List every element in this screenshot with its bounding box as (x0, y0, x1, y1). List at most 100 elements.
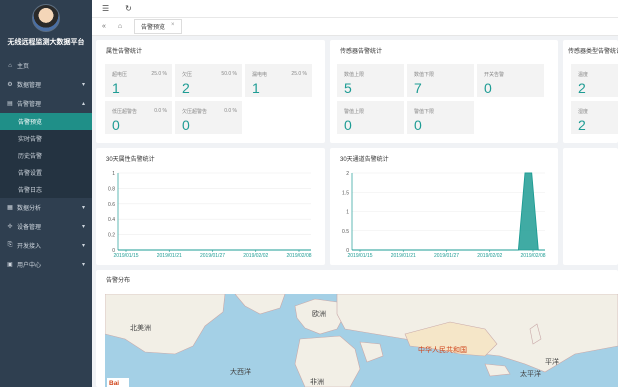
chevron-down-icon: ▾ (81, 224, 85, 230)
sidebar-item-data-management[interactable]: ⚙ 数据管理 ▾ (0, 75, 92, 94)
baidu-logo-text: Bai (109, 380, 119, 387)
y-tick-label: 0.4 (108, 217, 115, 223)
sidebar-item-label: 设备管理 (17, 225, 42, 231)
stat-tile[interactable]: 温度 2 (571, 64, 618, 97)
stat-percent: 25.0 % (151, 71, 167, 77)
stat-tile[interactable]: 数值上限 5 (337, 64, 404, 97)
extra-card (563, 148, 618, 265)
alarm-map-card: 告警分布 北美洲 欧洲 大西洋 中华人民共和国 非洲 平洋 太平洋 Bai (96, 270, 618, 387)
sidebar-item-home[interactable]: ⌂ 主页 (0, 56, 92, 75)
y-tick-label: 0.2 (108, 233, 115, 239)
stat-label: 警值下限 (414, 109, 435, 115)
x-tick-label: 2019/01/15 (347, 253, 372, 259)
stat-tile[interactable]: 低压超警告 0.0 % 0 (105, 101, 172, 134)
world-map: 北美洲 欧洲 大西洋 中华人民共和国 非洲 平洋 太平洋 Bai (105, 294, 618, 387)
sidebar-item-device-management[interactable]: ✢ 设备管理 ▾ (0, 217, 92, 236)
avatar[interactable] (32, 4, 60, 32)
map-label-europe: 欧洲 (312, 309, 326, 318)
x-tick-label: 2019/02/02 (243, 253, 268, 259)
sidebar-item-label: 开发接入 (17, 244, 42, 250)
sidebar-item-user-center[interactable]: ▣ 用户中心 ▾ (0, 255, 92, 274)
double-chevron-left-icon[interactable]: « (96, 23, 112, 30)
stat-percent: 0.0 % (224, 108, 237, 114)
submenu-item-realtime-alarm[interactable]: 实时告警 (0, 130, 92, 147)
close-icon[interactable]: × (171, 22, 175, 31)
chevron-down-icon: ▾ (81, 205, 85, 211)
stat-value: 0 (344, 117, 352, 133)
sidebar-item-label: 数据分析 (17, 206, 42, 212)
stat-value: 0 (484, 80, 492, 96)
submenu-item-history-alarm[interactable]: 历史告警 (0, 147, 92, 164)
x-tick-label: 2019/02/08 (520, 253, 545, 259)
x-tick-label: 2019/01/21 (391, 253, 416, 259)
stat-value: 2 (182, 80, 190, 96)
sidebar-item-alarm-management[interactable]: ▤ 告警管理 ▴ (0, 94, 92, 113)
refresh-icon[interactable]: ↻ (125, 4, 132, 13)
y-tick-label: 1.5 (342, 190, 349, 196)
tab-label: 告警预览 (141, 25, 166, 31)
map-label-pacific-2: 太平洋 (520, 369, 541, 378)
channel-trend-chart: 00.511.522019/01/15 2019/01/21 2019/01/27 2… (342, 171, 546, 259)
sidebar-item-dev-access[interactable]: ⎘ 开发接入 ▾ (0, 236, 92, 255)
app-title: 无线远程监测大数据平台 (7, 39, 85, 46)
x-tick-label: 2019/02/08 (286, 253, 311, 259)
submenu-item-alarm-preview[interactable]: 告警预览 (0, 113, 92, 130)
stat-value: 1 (252, 80, 260, 96)
x-tick-label: 2019/01/27 (434, 253, 459, 259)
y-tick-label: 0.8 (108, 186, 115, 192)
stat-label: 开关告警 (484, 72, 505, 78)
stat-percent: 0.0 % (154, 108, 167, 114)
card-title: 告警分布 (106, 278, 131, 284)
card-title: 传感器类型告警统计 (568, 49, 618, 55)
map-label-china: 中华人民共和国 (418, 345, 467, 354)
stat-tile[interactable]: 欠压 50.0 % 2 (175, 64, 242, 97)
sidebar-header: 无线远程监测大数据平台 (0, 0, 92, 56)
stat-tile[interactable]: 漏电电 25.0 % 1 (245, 64, 312, 97)
stat-value: 5 (344, 80, 352, 96)
stat-value: 0 (414, 117, 422, 133)
stat-percent: 25.0 % (291, 71, 307, 77)
stat-tile[interactable]: 湿度 2 (571, 101, 618, 134)
map-label-north-america: 北美洲 (130, 323, 151, 332)
stat-label: 欠压超警告 (182, 109, 208, 115)
stat-tile[interactable]: 警值下限 0 (407, 101, 474, 134)
stat-value: 0 (182, 117, 190, 133)
chevron-down-icon: ▾ (81, 82, 85, 88)
device-icon: ✢ (7, 224, 13, 230)
analysis-icon: ▦ (7, 205, 13, 211)
stat-tile[interactable]: 开关告警 0 (477, 64, 544, 97)
home-icon[interactable]: ⌂ (112, 23, 128, 30)
stat-tile[interactable]: 数值下限 7 (407, 64, 474, 97)
stat-label: 数值上限 (344, 72, 365, 78)
home-icon: ⌂ (8, 62, 12, 69)
alarm-icon: ▤ (7, 101, 13, 107)
map-label-atlantic: 大西洋 (230, 367, 251, 376)
tab-alarm-preview[interactable]: 告警预览 × (134, 19, 182, 34)
stat-tile[interactable]: 欠压超警告 0.0 % 0 (175, 101, 242, 134)
alarm-map[interactable]: 北美洲 欧洲 大西洋 中华人民共和国 非洲 平洋 太平洋 Bai (105, 294, 618, 387)
sidebar-item-label: 告警管理 (17, 102, 42, 108)
x-tick-label: 2019/01/21 (157, 253, 182, 259)
sidebar-item-label: 数据管理 (17, 83, 42, 89)
x-tick-label: 2019/01/15 (113, 253, 138, 259)
chevron-down-icon: ▾ (81, 243, 85, 249)
stat-value: 2 (578, 117, 586, 133)
sidebar-item-data-analysis[interactable]: ▦ 数据分析 ▾ (0, 198, 92, 217)
stat-value: 1 (112, 80, 120, 96)
stat-label: 温度 (578, 72, 589, 78)
sensor-type-alarm-card: 传感器类型告警统计 温度 2 湿度 2 (563, 40, 618, 143)
stat-tile[interactable]: 超电压 25.0 % 1 (105, 64, 172, 97)
y-tick-label: 2 (346, 171, 349, 177)
data-icon: ⚙ (7, 82, 13, 88)
submenu-item-alarm-log[interactable]: 告警日志 (0, 181, 92, 198)
stat-label: 欠压 (182, 72, 193, 78)
user-icon: ▣ (7, 262, 13, 268)
stat-label: 警值上限 (344, 109, 365, 115)
chevron-down-icon: ▾ (81, 262, 85, 268)
menu-toggle-icon[interactable]: ☰ (102, 4, 109, 13)
attr-alarm-card: 属性告警统计 超电压 25.0 % 1 欠压 50.0 % 2 漏电电 25.0… (96, 40, 325, 143)
x-tick-label: 2019/02/02 (477, 253, 502, 259)
card-title: 属性告警统计 (106, 49, 143, 55)
submenu-item-alarm-settings[interactable]: 告警设置 (0, 164, 92, 181)
stat-tile[interactable]: 警值上限 0 (337, 101, 404, 134)
